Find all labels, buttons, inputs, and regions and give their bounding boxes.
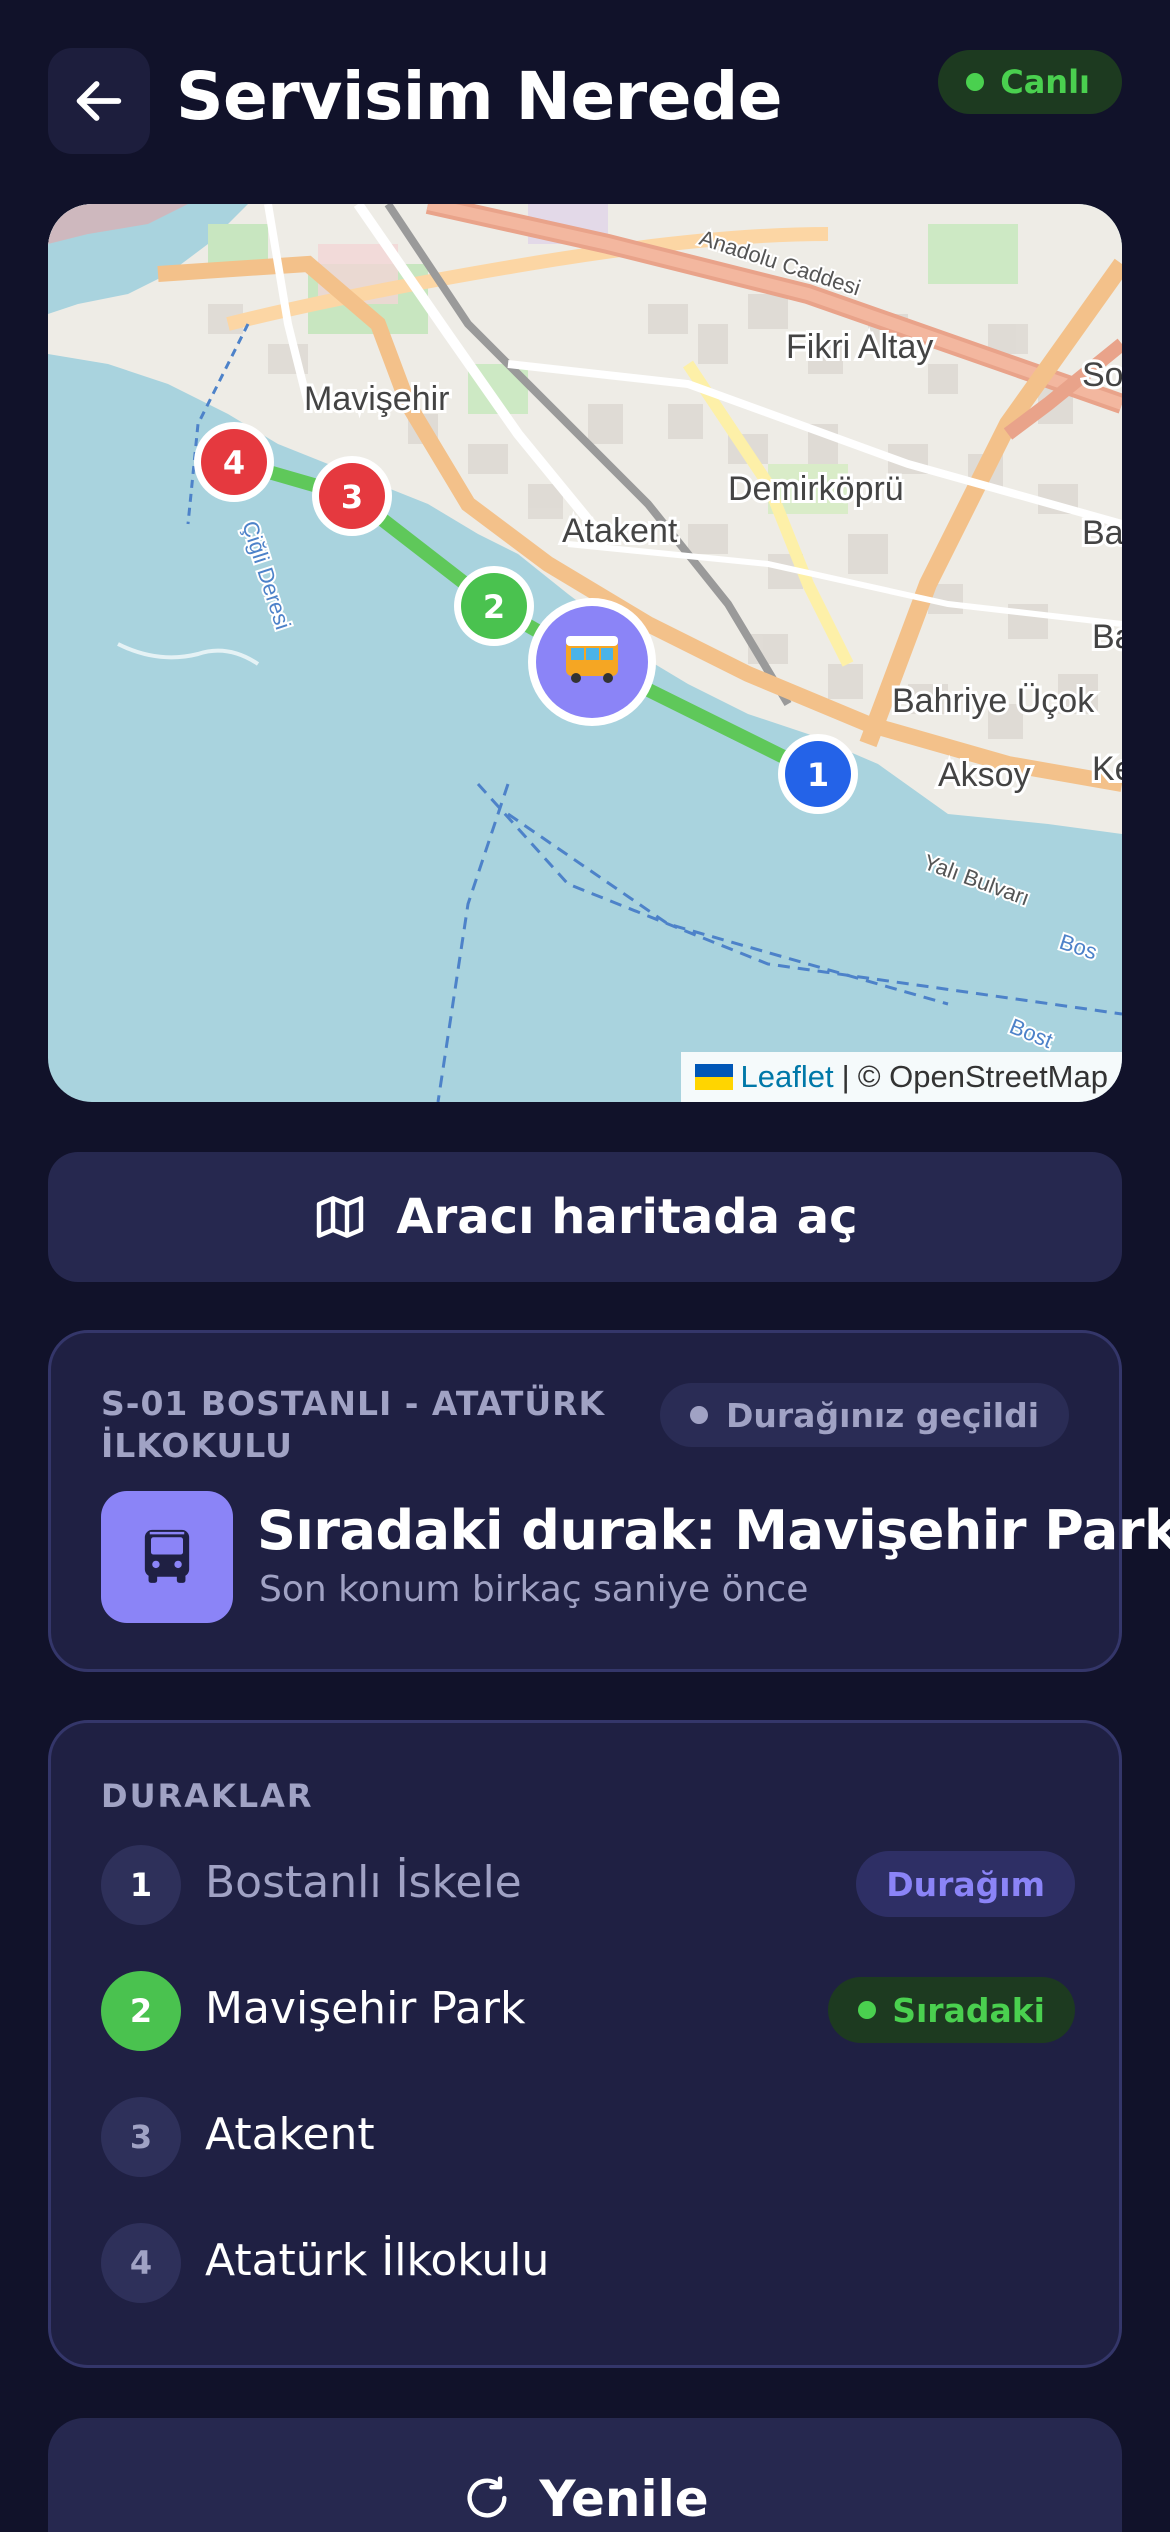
bus-icon (566, 636, 618, 683)
stop-row-1[interactable]: 1 Bostanlı İskele Durağım (101, 1845, 1075, 1925)
stop-marker-3[interactable]: 3 (312, 456, 392, 536)
map-label-fikri-altay: Fikri Altay (786, 328, 933, 366)
map-attribution: Leaflet | © OpenStreetMap (680, 1052, 1122, 1102)
ukraine-flag-icon (694, 1064, 733, 1090)
vehicle-marker[interactable] (528, 598, 656, 726)
stops-heading: DURAKLAR (101, 1777, 314, 1815)
map-icon (317, 1196, 364, 1238)
stops-card: DURAKLAR 1 Bostanlı İskele Durağım 2 Mav… (48, 1720, 1122, 2368)
page-title: Servisim Nerede (176, 58, 782, 135)
osm-attribution-link[interactable]: © OpenStreetMap (858, 1059, 1108, 1095)
map-label-so: So (1082, 356, 1122, 394)
back-button[interactable] (48, 48, 150, 154)
stop-label: Atatürk İlkokulu (205, 2235, 550, 2286)
map-label-baha: Baha (1092, 618, 1122, 656)
refresh-button[interactable]: Yenile (48, 2418, 1122, 2532)
live-status-badge: Canlı (938, 50, 1122, 114)
stop-marker-2[interactable]: 2 (454, 566, 534, 646)
next-stop-badge: Sıradaki (828, 1977, 1075, 2043)
stop-passed-label: Durağınız geçildi (726, 1395, 1039, 1435)
map-tiles: Mavişehir Atakent Demirköprü Fikri Altay… (48, 204, 1122, 1102)
my-stop-badge: Durağım (856, 1851, 1075, 1917)
stop-label: Atakent (205, 2109, 375, 2160)
stop-number: 4 (101, 2223, 181, 2303)
map-label-bos: Bos (1056, 929, 1100, 964)
map-label-aksoy: Aksoy (938, 756, 1031, 794)
svg-text:4: 4 (223, 444, 245, 482)
map-label-demirkopru: Demirköprü (728, 470, 904, 508)
my-stop-badge-label: Durağım (886, 1864, 1045, 1904)
svg-text:3: 3 (341, 478, 363, 516)
svg-text:2: 2 (483, 588, 505, 626)
live-status-label: Canlı (1000, 63, 1090, 101)
map-label-ke: Ke (1092, 750, 1122, 788)
map-label-atakent: Atakent (562, 512, 678, 550)
live-dot-icon (966, 73, 985, 91)
route-name: S-01 BOSTANLI - ATATÜRK İLKOKULU (101, 1384, 606, 1465)
stop-number: 3 (101, 2097, 181, 2177)
stop-marker-4[interactable]: 4 (194, 422, 274, 502)
next-stop-title: Sıradaki durak: Mavişehir Park (257, 1499, 1170, 1562)
map-label-mavisehir: Mavişehir (304, 380, 449, 418)
next-stop-badge-label: Sıradaki (892, 1990, 1045, 2030)
svg-text:1: 1 (807, 756, 829, 794)
last-location-time: Son konum birkaç saniye önce (259, 1569, 809, 1610)
bus-front-icon (144, 1529, 190, 1583)
stop-marker-1[interactable]: 1 (778, 734, 858, 814)
stop-row-4[interactable]: 4 Atatürk İlkokulu (101, 2223, 1075, 2303)
open-map-button[interactable]: Aracı haritada aç (48, 1152, 1122, 1282)
stop-row-2[interactable]: 2 Mavişehir Park Sıradaki (101, 1971, 1075, 2051)
header: Servisim Nerede Canlı (48, 48, 1122, 156)
stop-number: 2 (101, 1971, 181, 2051)
stop-row-3[interactable]: 3 Atakent (101, 2097, 1075, 2177)
leaflet-link[interactable]: Leaflet (741, 1059, 834, 1095)
stop-label: Mavişehir Park (205, 1983, 526, 2034)
next-dot-icon (858, 2001, 877, 2019)
arrow-left-icon (76, 81, 122, 121)
refresh-icon (467, 2476, 507, 2518)
map-label-bost: Bost (1006, 1013, 1056, 1053)
map-label-bahriye-ucok: Bahriye Üçok (892, 682, 1095, 720)
attribution-separator: | (841, 1059, 850, 1094)
stop-number: 1 (101, 1845, 181, 1925)
bus-tile (101, 1491, 233, 1623)
open-map-label: Aracı haritada aç (396, 1189, 858, 1245)
map-label-bahce: Bahçe (1082, 514, 1122, 552)
refresh-label: Yenile (539, 2470, 709, 2528)
map-label-yali-bulvari: Yalı Bulvarı (920, 849, 1033, 910)
route-map[interactable]: Mavişehir Atakent Demirköprü Fikri Altay… (48, 204, 1122, 1102)
stop-passed-badge: Durağınız geçildi (660, 1383, 1069, 1447)
map-label-cigli-deresi: Çiğli Deresi (237, 518, 296, 633)
stop-label: Bostanlı İskele (205, 1857, 522, 1908)
trip-status-card: S-01 BOSTANLI - ATATÜRK İLKOKULU Durağın… (48, 1330, 1170, 1672)
status-dot-icon (690, 1406, 709, 1424)
